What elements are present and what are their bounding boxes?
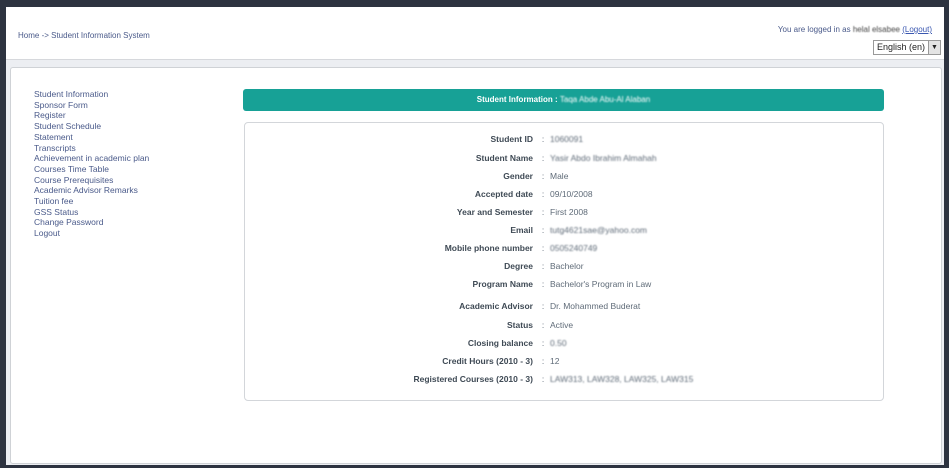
field-row: Email : tutg4621sae@yahoo.com	[245, 224, 883, 237]
language-select[interactable]: English (en) ▼	[872, 40, 941, 55]
field-value: 0.50	[550, 338, 567, 348]
field-row: Academic Advisor : Dr. Mohammed Buderat	[245, 300, 883, 313]
field-label: Closing balance	[467, 338, 533, 348]
field-label: Accepted date	[474, 189, 533, 199]
field-row: Degree : Bachelor	[245, 260, 883, 273]
student-details-card: Student ID : 1060091 Student Name : Yasi…	[244, 122, 884, 401]
field-label: Program Name	[472, 279, 533, 289]
sidebar-item-student-schedule[interactable]: Student Schedule	[34, 121, 224, 132]
field-row: Year and Semester : First 2008	[245, 206, 883, 219]
field-value: First 2008	[550, 207, 588, 217]
sidebar-item-statement[interactable]: Statement	[34, 132, 224, 143]
field-separator: :	[541, 134, 545, 144]
field-separator: :	[541, 189, 545, 199]
field-label: Year and Semester	[456, 207, 533, 217]
page-frame: Home -> Student Information System You a…	[6, 7, 944, 465]
field-separator: :	[541, 320, 545, 330]
field-row: Status : Active	[245, 319, 883, 332]
logout-link[interactable]: (Logout)	[902, 25, 932, 34]
field-row: Registered Courses (2010 - 3) : LAW313, …	[245, 373, 883, 386]
banner-prefix: Student Information :	[476, 95, 558, 104]
field-label: Mobile phone number	[444, 243, 533, 253]
field-row: Closing balance : 0.50	[245, 337, 883, 350]
field-row: Accepted date : 09/10/2008	[245, 188, 883, 201]
field-separator: :	[541, 279, 545, 289]
field-value: Bachelor	[550, 261, 584, 271]
field-label: Email	[510, 225, 533, 235]
field-value: LAW313, LAW328, LAW325, LAW315	[550, 374, 694, 384]
field-separator: :	[541, 225, 545, 235]
field-row: Program Name : Bachelor's Program in Law	[245, 278, 883, 291]
field-separator: :	[541, 153, 545, 163]
field-value: 12	[550, 356, 560, 366]
field-row: Student Name : Yasir Abdo Ibrahim Almaha…	[245, 152, 883, 165]
field-label: Student Name	[475, 153, 533, 163]
sidebar-item-tuition-fee[interactable]: Tuition fee	[34, 196, 224, 207]
field-label: Registered Courses (2010 - 3)	[413, 374, 533, 384]
sidebar-item-sponsor-form[interactable]: Sponsor Form	[34, 100, 224, 111]
field-row: Student ID : 1060091	[245, 133, 883, 146]
sidebar-menu: Student Information Sponsor Form Registe…	[34, 89, 224, 239]
field-row: Gender : Male	[245, 170, 883, 183]
field-value: Dr. Mohammed Buderat	[550, 301, 641, 311]
login-info: You are logged in as helal elsabee (Logo…	[778, 25, 932, 34]
field-label: Status	[507, 320, 533, 330]
field-value: 09/10/2008	[550, 189, 593, 199]
sidebar-item-change-password[interactable]: Change Password	[34, 217, 224, 228]
field-label: Academic Advisor	[459, 301, 533, 311]
field-separator: :	[541, 301, 545, 311]
sidebar-item-transcripts[interactable]: Transcripts	[34, 143, 224, 154]
field-label: Credit Hours (2010 - 3)	[442, 356, 533, 366]
field-value: tutg4621sae@yahoo.com	[550, 225, 647, 235]
top-header: Home -> Student Information System You a…	[6, 7, 944, 60]
field-value: Male	[550, 171, 569, 181]
field-separator: :	[541, 243, 545, 253]
logged-in-user: helal elsabee	[852, 25, 900, 34]
main-content: Student Information Sponsor Form Registe…	[10, 67, 942, 464]
sidebar-item-student-information[interactable]: Student Information	[34, 89, 224, 100]
field-separator: :	[541, 261, 545, 271]
sidebar-item-logout[interactable]: Logout	[34, 228, 224, 239]
banner-student-name: Taqa Abde Abu-Al Alaban	[559, 95, 651, 104]
field-label: Degree	[504, 261, 533, 271]
chevron-down-icon[interactable]: ▼	[929, 40, 941, 55]
sidebar-item-gss-status[interactable]: GSS Status	[34, 207, 224, 218]
field-value: Yasir Abdo Ibrahim Almahah	[550, 153, 657, 163]
field-value: 0505240749	[550, 243, 598, 253]
field-separator: :	[541, 356, 545, 366]
field-separator: :	[541, 374, 545, 384]
login-prefix: You are logged in as	[777, 25, 851, 34]
field-value: Bachelor's Program in Law	[550, 279, 652, 289]
field-separator: :	[541, 338, 545, 348]
field-separator: :	[541, 171, 545, 181]
field-row: Mobile phone number : 0505240749	[245, 242, 883, 255]
breadcrumb[interactable]: Home -> Student Information System	[18, 31, 150, 40]
field-label: Student ID	[490, 134, 534, 144]
field-label: Gender	[503, 171, 533, 181]
field-value: 1060091	[550, 134, 584, 144]
sidebar-item-courses-time-table[interactable]: Courses Time Table	[34, 164, 224, 175]
language-value[interactable]: English (en)	[872, 40, 929, 55]
field-separator: :	[541, 207, 545, 217]
field-value: Active	[550, 320, 574, 330]
field-row: Credit Hours (2010 - 3) : 12	[245, 355, 883, 368]
sidebar-item-course-prerequisites[interactable]: Course Prerequisites	[34, 175, 224, 186]
sidebar-item-achievement[interactable]: Achievement in academic plan	[34, 153, 224, 164]
sidebar-item-advisor-remarks[interactable]: Academic Advisor Remarks	[34, 185, 224, 196]
student-info-banner: Student Information : Taqa Abde Abu-Al A…	[243, 89, 884, 111]
sidebar-item-register[interactable]: Register	[34, 110, 224, 121]
